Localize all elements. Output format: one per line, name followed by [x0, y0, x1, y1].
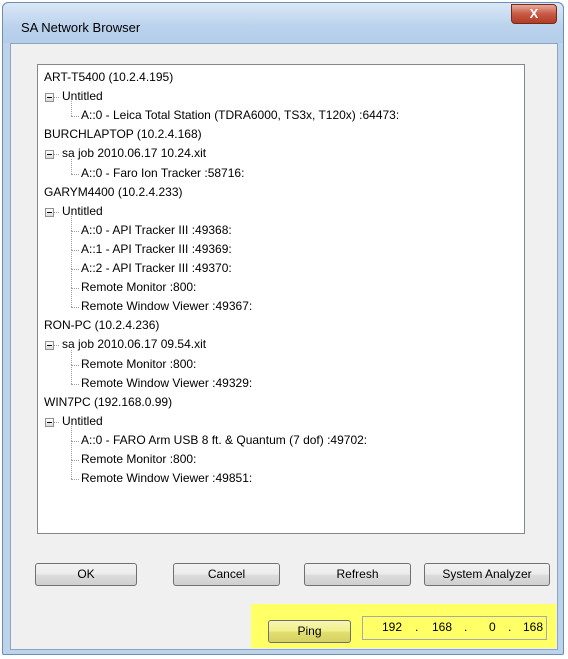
tree-connector — [71, 307, 79, 309]
ip-separator: . — [508, 620, 512, 634]
tree-device-node[interactable]: A::0 - Faro Ion Tracker :58716: — [81, 165, 244, 182]
network-tree[interactable]: ART-T5400 (10.2.4.195) Untitled A::0 - Lei… — [37, 64, 525, 534]
tree-connector — [54, 154, 59, 156]
title-bar[interactable]: SA Network Browser X — [3, 3, 563, 43]
tree-job-node[interactable]: sa job 2010.06.17 10.24.xit — [62, 145, 206, 162]
tree-device-node[interactable]: A::0 - API Tracker III :49368: — [81, 222, 232, 239]
close-icon: X — [529, 6, 539, 21]
tree-connector — [54, 97, 59, 99]
tree-device-node[interactable]: A::0 - FARO Arm USB 8 ft. & Quantum (7 d… — [81, 432, 367, 449]
tree-job-node[interactable]: Untitled — [62, 413, 103, 430]
ip-separator: . — [464, 620, 468, 634]
tree-job-node[interactable]: Untitled — [62, 88, 103, 105]
tree-device-node[interactable]: Remote Monitor :800: — [81, 356, 196, 373]
tree-device-node[interactable]: Remote Window Viewer :49329: — [81, 375, 252, 392]
tree-connector — [71, 440, 79, 442]
tree-device-node[interactable]: Remote Window Viewer :49851: — [81, 470, 252, 487]
collapse-icon[interactable] — [45, 341, 54, 351]
tree-device-node[interactable]: Remote Monitor :800: — [81, 279, 196, 296]
tree-connector — [71, 269, 72, 289]
tree-connector — [54, 421, 59, 423]
tree-host-node[interactable]: BURCHLAPTOP (10.2.4.168) — [44, 126, 202, 143]
tree-device-node[interactable]: Remote Window Viewer :49367: — [81, 298, 252, 315]
ok-button[interactable]: OK — [35, 563, 137, 586]
dialog-client-area: ART-T5400 (10.2.4.195) Untitled A::0 - Lei… — [10, 43, 558, 650]
ip-address-field[interactable]: 192 . 168 . 0 . 168 — [362, 616, 547, 640]
tree-connector — [71, 288, 72, 308]
tree-device-node[interactable]: A::0 - Leica Total Station (TDRA6000, TS… — [81, 107, 399, 124]
tree-connector — [71, 230, 72, 250]
tree-host-node[interactable]: GARYM4400 (10.2.4.233) — [44, 184, 183, 201]
tree-connector — [71, 269, 79, 270]
tree-connector — [71, 364, 79, 366]
close-button[interactable]: X — [511, 4, 557, 24]
tree-connector — [71, 173, 79, 175]
tree-connector — [71, 215, 72, 231]
tree-host-node[interactable]: WIN7PC (192.168.0.99) — [44, 394, 172, 411]
window-title: SA Network Browser — [21, 20, 141, 35]
refresh-button[interactable]: Refresh — [304, 563, 411, 586]
ip-separator: . — [415, 620, 419, 634]
tree-connector — [54, 345, 59, 347]
collapse-icon[interactable] — [45, 93, 54, 103]
tree-connector — [71, 460, 79, 461]
tree-connector — [71, 158, 72, 174]
tree-device-node[interactable]: Remote Monitor :800: — [81, 451, 196, 468]
tree-connector — [71, 460, 72, 480]
tree-connector — [71, 383, 79, 385]
tree-job-node[interactable]: sa job 2010.06.17 09.54.xit — [62, 336, 206, 353]
collapse-icon[interactable] — [45, 150, 54, 160]
ping-button[interactable]: Ping — [268, 620, 351, 643]
ip-octet-1[interactable]: 192 — [382, 620, 402, 634]
tree-connector — [71, 425, 72, 441]
tree-connector — [71, 349, 72, 365]
tree-host-node[interactable]: ART-T5400 (10.2.4.195) — [44, 69, 173, 86]
tree-connector — [71, 249, 79, 251]
tree-device-node[interactable]: A::1 - API Tracker III :49369: — [81, 241, 232, 258]
ip-octet-3[interactable]: 0 — [489, 620, 496, 634]
tree-connector — [71, 101, 72, 117]
tree-job-node[interactable]: Untitled — [62, 203, 103, 220]
tree-connector — [71, 116, 79, 118]
tree-connector — [71, 479, 79, 481]
cancel-button[interactable]: Cancel — [173, 563, 280, 586]
dialog-window: SA Network Browser X ART-T5400 (10.2.4.1… — [2, 2, 564, 655]
system-analyzer-button[interactable]: System Analyzer — [424, 563, 550, 586]
tree-host-node[interactable]: RON-PC (10.2.4.236) — [44, 317, 159, 334]
ip-octet-2[interactable]: 168 — [432, 620, 452, 634]
tree-connector — [54, 211, 59, 213]
tree-connector — [71, 249, 72, 269]
collapse-icon[interactable] — [45, 417, 54, 427]
tree-connector — [71, 440, 72, 460]
ip-octet-4[interactable]: 168 — [523, 620, 543, 634]
tree-connector — [71, 230, 79, 232]
collapse-icon[interactable] — [45, 207, 54, 217]
tree-connector — [71, 288, 79, 290]
tree-device-node[interactable]: A::2 - API Tracker III :49370: — [81, 260, 232, 277]
tree-connector — [71, 364, 72, 384]
